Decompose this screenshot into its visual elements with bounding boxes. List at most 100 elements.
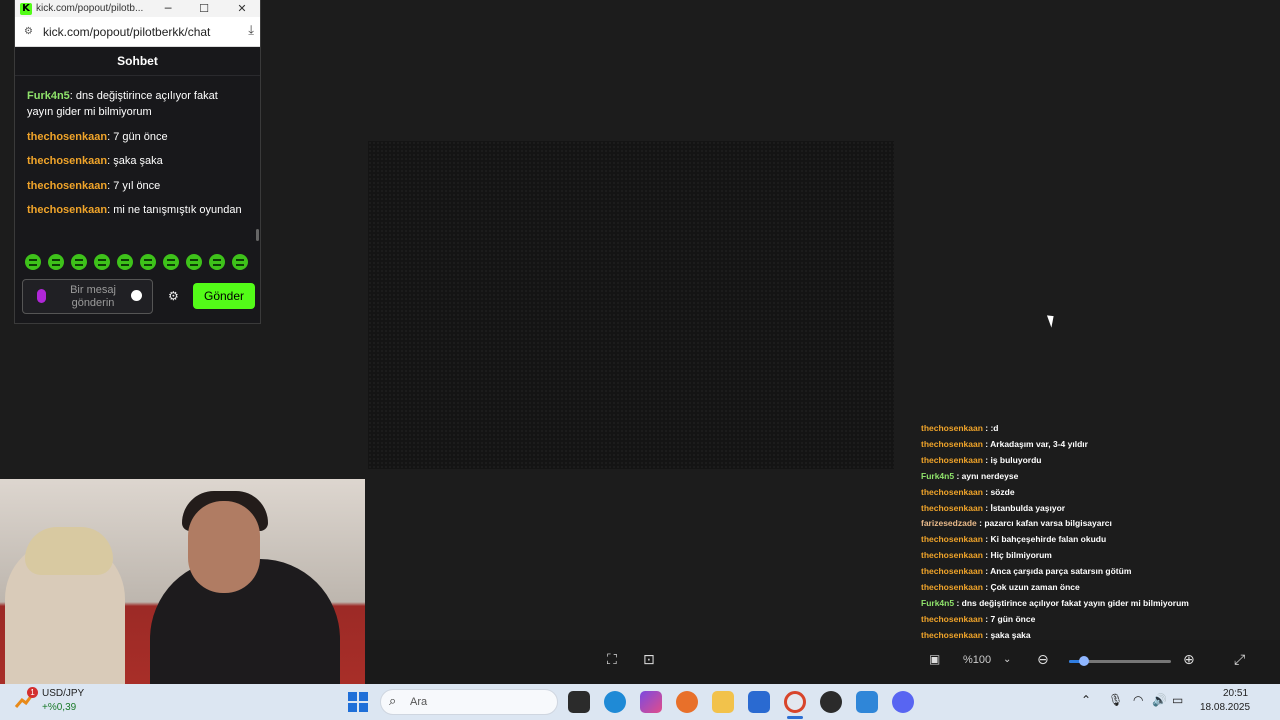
overlay-text: şaka şaka (990, 629, 1031, 640)
chat-username[interactable]: thechosenkaan (27, 180, 107, 192)
file-explorer-icon[interactable] (712, 691, 734, 713)
video-player[interactable] (368, 141, 894, 469)
chat-title: Sohbet (15, 47, 260, 76)
streamer-right-face (188, 501, 260, 593)
send-button[interactable]: Gönder (193, 283, 255, 309)
chrome-active-indicator (787, 716, 803, 719)
emote-icon[interactable] (163, 254, 179, 270)
overlay-chat-line: thechosenkaan : sözde (921, 485, 1261, 501)
chat-username[interactable]: thechosenkaan (27, 131, 107, 143)
emote-icon[interactable] (186, 254, 202, 270)
obs-icon[interactable] (820, 691, 842, 713)
overlay-chat-line: farizesedzade : pazarcı kafan varsa bilg… (921, 516, 1261, 532)
chat-username[interactable]: thechosenkaan (27, 155, 107, 167)
overlay-username: thechosenkaan (921, 550, 983, 561)
minimize-button[interactable]: ─ (153, 0, 183, 17)
close-button[interactable]: ✕ (227, 0, 257, 17)
zoom-out-icon[interactable]: ⊖ (1037, 652, 1049, 668)
streamer-left-hair (25, 527, 113, 575)
volume-icon[interactable]: 🔊 (1152, 693, 1167, 707)
start-button[interactable] (348, 692, 368, 712)
battery-icon[interactable]: ▭ (1172, 693, 1183, 707)
task-view-icon[interactable] (568, 691, 590, 713)
fit-screen-icon[interactable]: ▣ (929, 652, 940, 666)
overlay-username: Furk4n5 (921, 597, 955, 608)
zoom-in-icon[interactable]: ⊕ (1183, 652, 1195, 668)
overlay-username: thechosenkaan (921, 486, 983, 497)
photos-icon[interactable] (856, 691, 878, 713)
chevron-up-icon[interactable]: ⌃ (1081, 693, 1091, 707)
site-settings-icon[interactable]: ⚙ (24, 26, 33, 37)
chat-username[interactable]: Furk4n5 (27, 90, 70, 102)
emote-icon[interactable] (71, 254, 87, 270)
emote-icon[interactable] (232, 254, 248, 270)
chat-popout-window: K kick.com/popout/pilotb... ─ ☐ ✕ ⚙ kick… (14, 0, 261, 324)
emoji-picker-icon[interactable] (131, 290, 142, 301)
chat-settings-icon[interactable]: ⚙ (168, 289, 179, 303)
screenshot-icon[interactable]: ⛶ (607, 652, 617, 668)
chevron-down-icon[interactable]: ⌄ (1003, 654, 1011, 665)
overlay-text: 7 gün önce (990, 613, 1036, 624)
chat-message-input[interactable]: Bir mesaj gönderin (22, 279, 153, 314)
chrome-icon[interactable] (784, 691, 806, 713)
overlay-chat-line: thechosenkaan : İstanbulda yaşıyor (921, 501, 1261, 517)
overlay-username: thechosenkaan (921, 502, 983, 513)
scan-icon[interactable]: ⊡ (643, 652, 655, 668)
zoom-slider-handle[interactable] (1079, 656, 1090, 666)
emote-icon[interactable] (117, 254, 133, 270)
microphone-tray-icon[interactable]: 🎙 (1108, 693, 1123, 707)
overlay-chat-line: thechosenkaan : Hiç bilmiyorum (921, 548, 1261, 564)
app-orange-icon[interactable] (676, 691, 698, 713)
zoom-level[interactable]: %100 (963, 654, 991, 666)
url-text[interactable]: kick.com/popout/pilotberkk/chat (43, 25, 210, 39)
microphone-icon[interactable] (37, 289, 46, 303)
emote-icon[interactable] (140, 254, 156, 270)
address-bar[interactable]: ⚙ kick.com/popout/pilotberkk/chat ⤓ (15, 17, 260, 47)
chat-message-list: Furk4n5: dns değiştirince açılıyor fakat… (27, 88, 242, 227)
overlay-chat-line: Furk4n5 : aynı nerdeyse (921, 469, 1261, 485)
taskbar-search[interactable]: ⌕ Ara (380, 689, 558, 715)
overlay-chat-line: thechosenkaan : Arkadaşım var, 3-4 yıldı… (921, 437, 1261, 453)
chat-message: thechosenkaan: şaka şaka (27, 153, 242, 169)
emote-icon[interactable] (94, 254, 110, 270)
store-icon[interactable] (748, 691, 770, 713)
clock-time[interactable]: 20:51 (1223, 688, 1248, 699)
emote-icon[interactable] (25, 254, 41, 270)
overlay-username: thechosenkaan (921, 613, 983, 624)
overlay-chat-line: Furk4n5 : dns değiştirince açılıyor faka… (921, 596, 1261, 612)
overlay-chat-line: thechosenkaan : iş buluyordu (921, 453, 1261, 469)
emote-icon[interactable] (209, 254, 225, 270)
emote-icon[interactable] (48, 254, 64, 270)
overlay-username: thechosenkaan (921, 582, 983, 593)
overlay-separator: : (954, 597, 962, 608)
discord-icon[interactable] (892, 691, 914, 713)
search-placeholder: Ara (410, 696, 428, 708)
chat-input-placeholder: Bir mesaj gönderin (70, 284, 116, 309)
wifi-icon[interactable]: ◠ (1133, 693, 1143, 707)
clock-date[interactable]: 18.08.2025 (1200, 702, 1250, 713)
maximize-button[interactable]: ☐ (189, 0, 219, 17)
overlay-text: Çok uzun zaman önce (990, 582, 1080, 593)
download-icon[interactable]: ⤓ (248, 23, 254, 38)
chat-text: 7 yıl önce (110, 179, 161, 192)
overlay-chat: thechosenkaan : :d thechosenkaan : Arkada… (921, 421, 1261, 676)
taskbar: 1 USD/JPY +%0,39 ⌕ Ara ⌃ 🎙 ◠ 🔊 ▭ 20:51 1… (0, 684, 1280, 720)
copilot-icon[interactable] (640, 691, 662, 713)
overlay-text: Arkadaşım var, 3-4 yıldır (990, 438, 1088, 449)
overlay-chat-line: thechosenkaan : :d (921, 421, 1261, 437)
window-title: kick.com/popout/pilotb... (36, 3, 144, 14)
overlay-text: Hiç bilmiyorum (990, 550, 1052, 561)
kick-logo-icon: K (20, 2, 32, 15)
window-titlebar[interactable]: K kick.com/popout/pilotb... ─ ☐ ✕ (15, 0, 260, 17)
chat-scrollbar[interactable] (256, 229, 259, 241)
chat-message: thechosenkaan: 7 yıl önce (27, 178, 242, 194)
overlay-username: thechosenkaan (921, 629, 983, 640)
fullscreen-icon[interactable]: ⤢ (1234, 652, 1245, 668)
chat-text: şaka şaka (110, 155, 163, 167)
chat-message: Furk4n5: dns değiştirince açılıyor fakat… (27, 88, 242, 120)
chat-username[interactable]: thechosenkaan (27, 204, 107, 216)
edge-icon[interactable] (604, 691, 626, 713)
chat-text: 7 gün önce (110, 130, 168, 143)
zoom-slider[interactable] (1069, 656, 1171, 666)
emote-bar (25, 254, 248, 270)
